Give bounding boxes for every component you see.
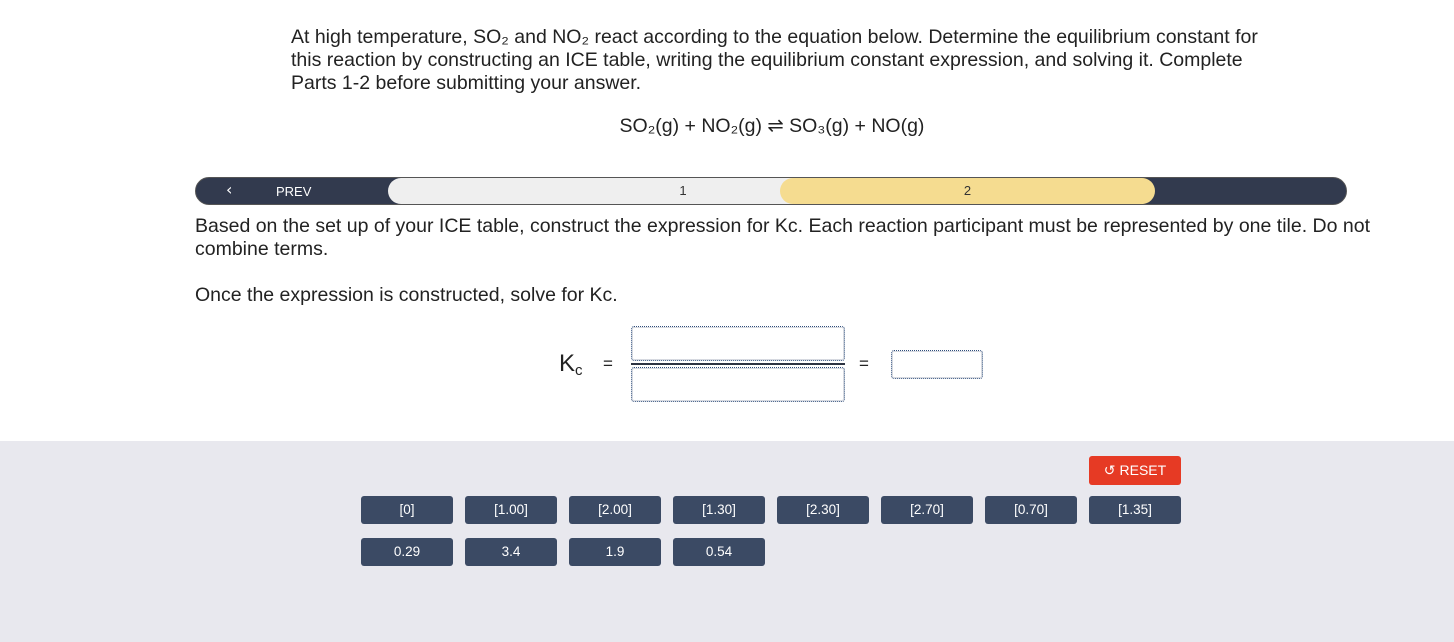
tile[interactable]: [2.30]: [777, 496, 869, 524]
reset-button[interactable]: ↺ RESET: [1089, 456, 1181, 485]
reset-label: RESET: [1119, 462, 1167, 478]
tile[interactable]: [2.70]: [881, 496, 973, 524]
tile[interactable]: 0.29: [361, 538, 453, 566]
equals-sign: =: [859, 354, 869, 373]
tile[interactable]: [1.00]: [465, 496, 557, 524]
tile[interactable]: [2.00]: [569, 496, 661, 524]
equals-sign: =: [603, 354, 613, 373]
kc-symbol: Kc: [559, 350, 583, 379]
instruction-text: Once the expression is constructed, solv…: [195, 284, 618, 306]
progress-nav: ‹ PREV 1 2: [195, 177, 1347, 205]
denominator-drop-zone[interactable]: [631, 367, 845, 402]
instructions: Based on the set up of your ICE table, c…: [195, 215, 1395, 307]
fraction-bar: [631, 363, 845, 365]
reset-icon: ↺: [1103, 463, 1116, 479]
tile[interactable]: [0.70]: [985, 496, 1077, 524]
tile[interactable]: 1.9: [569, 538, 661, 566]
step-2-tab[interactable]: 2: [780, 178, 1155, 204]
tile[interactable]: 0.54: [673, 538, 765, 566]
reaction-equation: SO₂(g) + NO₂(g) ⇌ SO₃(g) + NO(g): [619, 115, 925, 137]
chevron-left-icon: ‹: [226, 180, 233, 199]
tile[interactable]: [1.30]: [673, 496, 765, 524]
question-page: At high temperature, SO₂ and NO₂ react a…: [0, 0, 1454, 642]
prev-button[interactable]: ‹ PREV: [196, 178, 386, 204]
prev-label: PREV: [276, 184, 312, 199]
numerator-drop-zone[interactable]: [631, 326, 845, 361]
tile[interactable]: [1.35]: [1089, 496, 1181, 524]
tile[interactable]: [0]: [361, 496, 453, 524]
tile[interactable]: 3.4: [465, 538, 557, 566]
answer-drop-zone[interactable]: [891, 350, 983, 379]
k-letter: K: [559, 350, 576, 377]
instruction-text: Based on the set up of your ICE table, c…: [195, 215, 1370, 260]
question-intro: At high temperature, SO₂ and NO₂ react a…: [291, 26, 1258, 94]
k-subscript: c: [575, 362, 583, 379]
